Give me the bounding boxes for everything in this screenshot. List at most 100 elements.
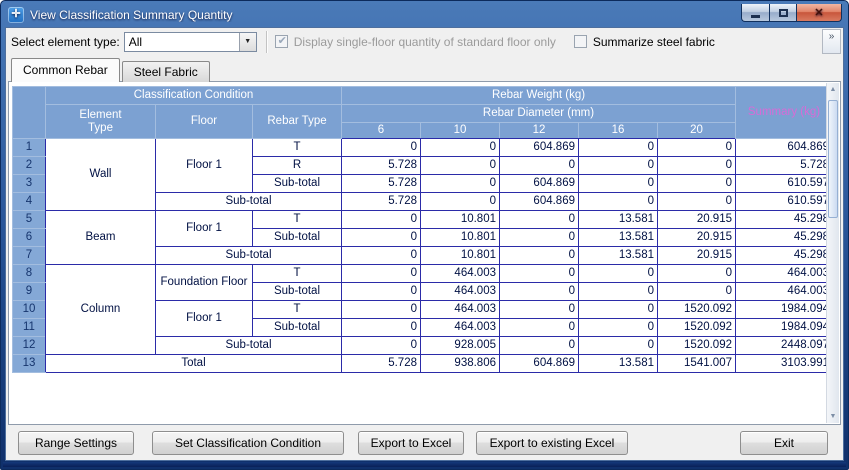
grid-cell[interactable]: 0 (579, 193, 658, 211)
grid-cell[interactable]: 0 (342, 301, 421, 319)
summary-cell[interactable]: 1984.094 (736, 301, 833, 319)
grid-cell[interactable]: Floor 1 (156, 211, 253, 247)
summary-cell[interactable]: 464.003 (736, 265, 833, 283)
grid-cell[interactable]: 0 (579, 265, 658, 283)
tab-common-rebar[interactable]: Common Rebar (11, 58, 120, 82)
row-number[interactable]: 6 (13, 229, 46, 247)
grid-cell[interactable]: 1520.092 (658, 337, 736, 355)
grid-cell[interactable]: 13.581 (579, 211, 658, 229)
grid-cell[interactable]: 0 (342, 283, 421, 301)
element-type-combobox[interactable]: All ▼ (124, 32, 257, 52)
grid-cell[interactable]: 0 (421, 193, 500, 211)
vertical-scrollbar[interactable]: ▲ ▼ (826, 83, 839, 423)
row-number[interactable]: 4 (13, 193, 46, 211)
grid-cell[interactable]: 0 (500, 337, 579, 355)
summary-cell[interactable]: 1984.094 (736, 319, 833, 337)
grid-cell[interactable]: 928.005 (421, 337, 500, 355)
grid-cell[interactable]: 13.581 (579, 229, 658, 247)
grid-cell[interactable]: 0 (658, 157, 736, 175)
grid-cell[interactable]: 464.003 (421, 283, 500, 301)
row-number[interactable]: 1 (13, 139, 46, 157)
grid-cell[interactable]: 0 (342, 211, 421, 229)
grid-cell[interactable]: 0 (658, 175, 736, 193)
grid-cell[interactable]: 0 (421, 157, 500, 175)
summary-cell[interactable]: 45.298 (736, 211, 833, 229)
grid-cell[interactable]: T (253, 139, 342, 157)
row-number[interactable]: 2 (13, 157, 46, 175)
grid-cell[interactable]: 0 (500, 247, 579, 265)
scrollbar-thumb[interactable] (828, 100, 838, 218)
summary-cell[interactable]: 604.869 (736, 139, 833, 157)
row-number[interactable]: 13 (13, 355, 46, 373)
grid-cell[interactable]: 0 (342, 139, 421, 157)
grid-cell[interactable]: 13.581 (579, 247, 658, 265)
grid-cell[interactable]: Total (46, 355, 342, 373)
row-number[interactable]: 11 (13, 319, 46, 337)
chevron-down-icon[interactable]: ▼ (239, 33, 256, 51)
summary-cell[interactable]: 45.298 (736, 229, 833, 247)
grid-cell[interactable]: 0 (658, 283, 736, 301)
grid-cell[interactable]: 0 (579, 337, 658, 355)
grid-cell[interactable]: T (253, 265, 342, 283)
range-settings-button[interactable]: Range Settings (18, 431, 134, 455)
grid-cell[interactable]: 0 (500, 229, 579, 247)
row-number[interactable]: 5 (13, 211, 46, 229)
summary-cell[interactable]: 3103.991 (736, 355, 833, 373)
grid-cell[interactable]: 464.003 (421, 319, 500, 337)
summary-cell[interactable]: 45.298 (736, 247, 833, 265)
grid-cell[interactable]: 0 (342, 247, 421, 265)
row-number[interactable]: 8 (13, 265, 46, 283)
grid-cell[interactable]: 13.581 (579, 355, 658, 373)
grid-cell[interactable]: 1520.092 (658, 301, 736, 319)
grid-cell[interactable]: Sub-total (156, 337, 342, 355)
double-chevron-right-icon[interactable]: » (822, 29, 841, 54)
minimize-button[interactable] (741, 4, 769, 22)
grid-cell[interactable]: 0 (658, 139, 736, 157)
grid-cell[interactable]: 20.915 (658, 211, 736, 229)
steel-fabric-checkbox[interactable] (574, 35, 587, 48)
summary-cell[interactable]: 464.003 (736, 283, 833, 301)
grid-cell[interactable]: 604.869 (500, 175, 579, 193)
grid-cell[interactable]: 0 (658, 265, 736, 283)
grid-cell[interactable]: 0 (500, 157, 579, 175)
row-number[interactable]: 12 (13, 337, 46, 355)
summary-cell[interactable]: 5.728 (736, 157, 833, 175)
export-to-excel-button[interactable]: Export to Excel (358, 431, 464, 455)
grid-cell[interactable]: 0 (500, 265, 579, 283)
grid-cell[interactable]: 0 (658, 193, 736, 211)
tab-steel-fabric[interactable]: Steel Fabric (122, 61, 210, 82)
grid-cell[interactable]: 5.728 (342, 193, 421, 211)
grid-cell[interactable]: 0 (579, 301, 658, 319)
grid-cell[interactable]: 604.869 (500, 139, 579, 157)
grid-cell[interactable]: 0 (500, 301, 579, 319)
grid-cell[interactable]: 0 (579, 175, 658, 193)
grid-cell[interactable]: Beam (46, 211, 156, 265)
grid-cell[interactable]: 0 (342, 229, 421, 247)
grid-cell[interactable]: 0 (421, 175, 500, 193)
grid-cell[interactable]: T (253, 301, 342, 319)
grid-cell[interactable]: 464.003 (421, 265, 500, 283)
grid-cell[interactable]: Wall (46, 139, 156, 211)
grid-cell[interactable]: 10.801 (421, 229, 500, 247)
scroll-down-icon[interactable]: ▼ (827, 410, 839, 423)
grid-cell[interactable]: 1541.007 (658, 355, 736, 373)
grid-cell[interactable]: R (253, 157, 342, 175)
grid-cell[interactable]: Foundation Floor (156, 265, 253, 301)
close-button[interactable]: ✕ (797, 4, 842, 22)
row-number[interactable]: 9 (13, 283, 46, 301)
grid-cell[interactable]: 0 (579, 283, 658, 301)
grid-cell[interactable]: 5.728 (342, 157, 421, 175)
grid-cell[interactable]: Sub-total (156, 193, 342, 211)
grid-cell[interactable]: 0 (342, 265, 421, 283)
grid-cell[interactable]: 0 (500, 211, 579, 229)
grid-cell[interactable]: 20.915 (658, 229, 736, 247)
exit-button[interactable]: Exit (740, 431, 828, 455)
grid-cell[interactable]: Sub-total (156, 247, 342, 265)
summary-cell[interactable]: 610.597 (736, 193, 833, 211)
grid-cell[interactable]: Column (46, 265, 156, 355)
grid-cell[interactable]: 464.003 (421, 301, 500, 319)
grid-cell[interactable]: 1520.092 (658, 319, 736, 337)
set-classification-condition-button[interactable]: Set Classification Condition (152, 431, 344, 455)
grid-cell[interactable]: 938.806 (421, 355, 500, 373)
summary-cell[interactable]: 610.597 (736, 175, 833, 193)
